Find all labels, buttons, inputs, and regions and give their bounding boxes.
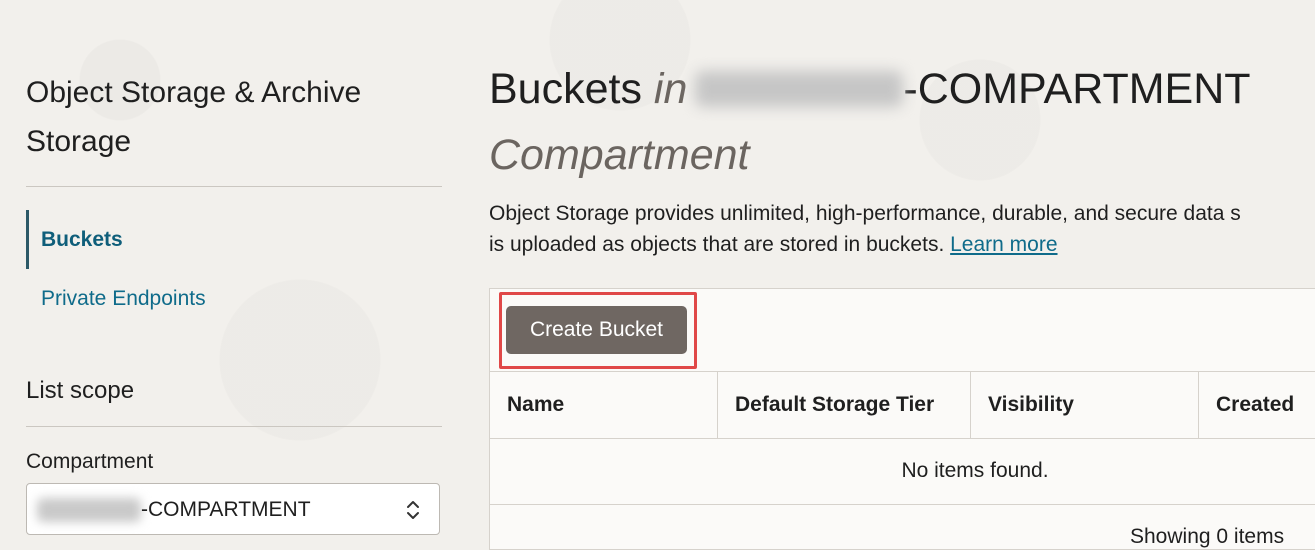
sidebar-nav: Buckets Private Endpoints	[26, 210, 442, 328]
sidebar-title: Object Storage & Archive Storage	[26, 76, 362, 158]
page-subtitle: Compartment	[489, 131, 750, 179]
learn-more-link[interactable]: Learn more	[950, 233, 1057, 256]
table-header: Name Default Storage Tier Visibility Cre…	[490, 371, 1315, 439]
page-title-in: in	[653, 65, 688, 113]
column-header-visibility[interactable]: Visibility	[970, 372, 1198, 438]
buckets-table-panel: Create Bucket Name Default Storage Tier …	[489, 288, 1315, 550]
empty-message: No items found.	[901, 459, 1049, 482]
column-header-created[interactable]: Created	[1198, 372, 1315, 438]
compartment-label: Compartment	[26, 450, 154, 473]
column-header-name[interactable]: Name	[490, 372, 717, 438]
sidebar-divider	[26, 186, 442, 187]
compartment-select-value: -COMPARTMENT	[141, 498, 311, 521]
sidebar-item-private-endpoints[interactable]: Private Endpoints	[26, 269, 442, 328]
scope-divider	[26, 426, 442, 427]
compartment-select[interactable]: -COMPARTMENT	[26, 483, 440, 535]
redacted-compartment-name	[695, 71, 904, 107]
create-bucket-button[interactable]: Create Bucket	[506, 306, 687, 354]
description-line-2: is uploaded as objects that are stored i…	[489, 233, 945, 256]
column-header-storage-tier[interactable]: Default Storage Tier	[717, 372, 970, 438]
list-scope-heading: List scope	[26, 377, 135, 404]
redacted-compartment-name	[37, 498, 141, 522]
page-title-prefix: Buckets	[489, 65, 642, 113]
description-line-1: Object Storage provides unlimited, high-…	[489, 202, 1241, 225]
main-content: Buckets in -COMPARTMENT Compartment Objec…	[489, 0, 1315, 550]
page-title: Buckets in -COMPARTMENT	[489, 62, 1315, 116]
item-count: Showing 0 items	[1130, 525, 1285, 548]
chevron-up-down-icon	[407, 501, 419, 519]
sidebar-item-buckets[interactable]: Buckets	[26, 210, 442, 269]
page-description: Object Storage provides unlimited, high-…	[489, 198, 1315, 260]
page-title-suffix: -COMPARTMENT	[903, 65, 1251, 113]
table-empty-row: No items found.	[490, 438, 1315, 505]
